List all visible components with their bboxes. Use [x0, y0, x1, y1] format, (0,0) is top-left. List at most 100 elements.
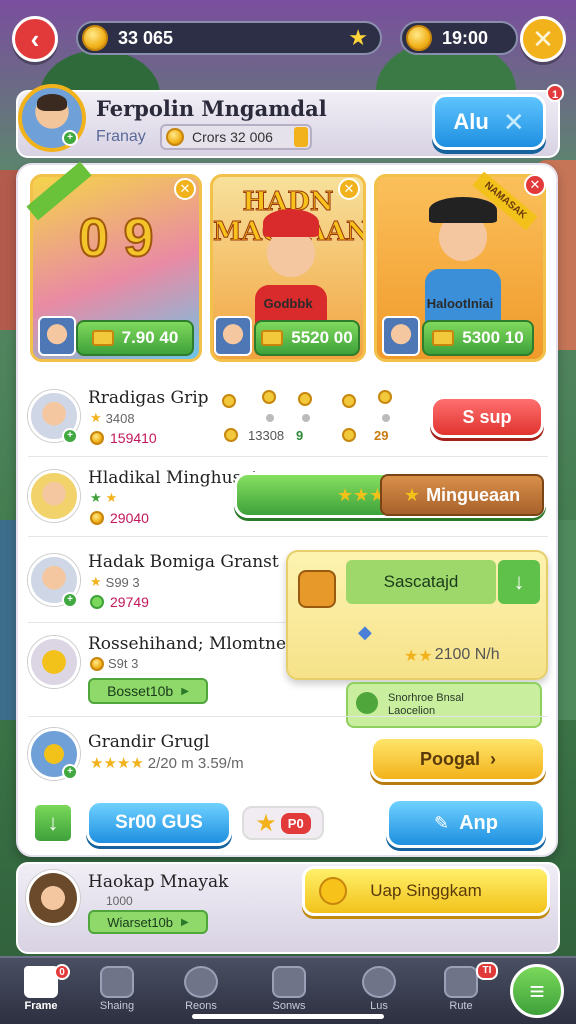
yellow-banner-button[interactable]: Uap Singgkam: [302, 866, 550, 916]
home-indicator: [192, 1014, 384, 1019]
row-avatar[interactable]: [28, 636, 80, 688]
star-icon: ★: [255, 809, 277, 837]
row-chip[interactable]: Bosset10b ▶: [88, 678, 208, 704]
popup-rating-value: 2100 N/h: [434, 646, 500, 663]
red-hat-icon: [263, 209, 319, 237]
coin-dot-icon: [222, 394, 236, 408]
row-meta: ★ S99 3: [90, 574, 140, 590]
lower-card-chip[interactable]: Wiarset10b ▶: [88, 910, 208, 934]
download-button[interactable]: ↓: [32, 802, 74, 844]
featured-thumb-1: [38, 316, 76, 356]
row-extra-value: 29: [374, 428, 389, 443]
reward-chip[interactable]: ★ P0: [242, 806, 324, 840]
timer-value: 19:00: [442, 27, 489, 48]
card-close-icon[interactable]: ✕: [524, 174, 546, 196]
menu-icon: ≡: [529, 975, 545, 1006]
profile-name: Ferpolin Mngamdal: [96, 96, 327, 121]
row-value-text: 29749: [110, 594, 149, 610]
coin-dot-icon: [378, 390, 392, 404]
chevron-right-icon: ›: [490, 748, 496, 769]
featured-price-3[interactable]: 5300 10: [422, 320, 534, 356]
close-button[interactable]: ✕: [520, 16, 566, 62]
coin-stack-icon: [184, 966, 218, 998]
featured-price-value: 5300 10: [462, 328, 524, 347]
featured-price-2[interactable]: 5520 00: [254, 320, 360, 356]
four-stars-icon: ★★★★: [90, 755, 144, 772]
star-icon: ★★: [404, 648, 433, 665]
row-name: Rradigas Grip: [88, 388, 209, 408]
divider: [28, 536, 548, 537]
verified-check-icon: +: [62, 130, 78, 146]
row-action-button[interactable]: S sup: [430, 396, 544, 438]
notification-badge: 1: [546, 84, 564, 102]
nav-label: Sonws: [272, 1000, 306, 1012]
arrow-down-icon: ↓: [513, 569, 525, 594]
popup-rating: ★★ 2100 N/h: [404, 646, 500, 666]
featured-thumb-2: [214, 316, 252, 356]
popup-download-button[interactable]: ↓: [498, 560, 540, 604]
nav-item-sharing[interactable]: Shaing: [82, 962, 152, 1020]
dot: [302, 414, 310, 422]
row-meta-value: S99 3: [105, 574, 140, 590]
dot: [382, 414, 390, 422]
lower-chip-label: Wiarset10b: [107, 914, 174, 930]
row-value-text: 159410: [110, 430, 157, 446]
featured-price-value: 7.90 40: [121, 328, 179, 347]
sparkle-icon: ★: [348, 25, 368, 50]
cash-icon: [261, 330, 284, 346]
row-meta: S9t 3: [90, 656, 138, 671]
coin-icon: [166, 128, 184, 146]
profile-subtitle: Franay: [96, 128, 146, 145]
coin-icon: [90, 511, 104, 525]
popup-item-icon: [298, 570, 336, 608]
blue-action-button[interactable]: Sr00 GUS: [86, 800, 232, 846]
cash-icon: [91, 330, 114, 346]
row-value: 29040: [90, 510, 149, 526]
row-name: Hadak Bomiga Granst: [88, 552, 279, 572]
nav-item-reons[interactable]: Reons: [166, 962, 236, 1020]
lower-avatar[interactable]: [26, 870, 80, 926]
gem-icon: [90, 595, 104, 609]
profile-coins-field: Crors 32 006: [160, 124, 312, 150]
coin-tag-icon: [294, 127, 308, 147]
row-action-button[interactable]: Poogal ›: [370, 736, 546, 782]
coin-dot-icon: [224, 428, 238, 442]
coin-dot-icon: [298, 392, 312, 406]
app-button-label: Anp: [459, 811, 498, 834]
app-button[interactable]: ✎ Anp: [386, 798, 546, 848]
home-icon: [24, 966, 58, 998]
verified-check-icon: +: [62, 764, 78, 780]
cash-icon: [432, 330, 455, 346]
row-chip-label: Bosset10b: [107, 683, 174, 699]
featured-caption: Halootlniai: [426, 296, 494, 311]
row-avatar[interactable]: [28, 470, 80, 522]
nav-badge: TI: [476, 962, 498, 980]
gem-icon: ◆: [358, 622, 372, 642]
nav-label: Frame: [24, 1000, 58, 1012]
back-button[interactable]: ‹: [12, 16, 58, 62]
all-button[interactable]: Alu ✕: [432, 94, 546, 150]
three-stars-icon: ★★★: [337, 484, 386, 505]
row-name: Grandir Grugl: [88, 732, 210, 752]
clock-coin-icon: [406, 25, 432, 51]
row-value: 159410: [90, 430, 157, 446]
leaf-icon: ★: [90, 490, 102, 505]
nav-label: Rute: [449, 1000, 473, 1012]
settings-icon: [362, 966, 396, 998]
verified-check-icon: +: [62, 592, 78, 608]
row-extra-value: 9: [296, 428, 304, 443]
cross-tools-icon: ✕: [502, 106, 525, 137]
timer-display: 19:00: [400, 21, 518, 55]
featured-caption: Godbbk: [263, 296, 313, 311]
row-action-tag[interactable]: ★ Mingueaan: [380, 474, 544, 516]
featured-price-1[interactable]: 7.90 40: [76, 320, 194, 356]
popup-field[interactable]: Sascatajd: [346, 560, 496, 604]
nav-item-lus[interactable]: Lus: [344, 962, 414, 1020]
popup-note-line: Snorhroe Bnsal: [388, 691, 464, 704]
menu-button[interactable]: ≡: [510, 964, 564, 1018]
coin-balance: 33 065 ★: [76, 21, 382, 55]
coin-icon: [90, 431, 104, 445]
nav-item-sonws[interactable]: Sonws: [254, 962, 324, 1020]
divider: [28, 456, 548, 457]
coin-balance-value: 33 065: [118, 27, 174, 48]
